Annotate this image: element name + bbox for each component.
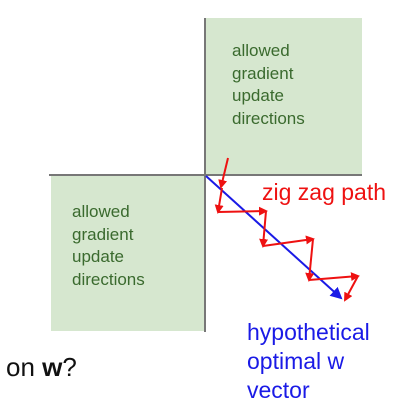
region-label-line: update xyxy=(232,86,284,105)
diagram: allowed gradient update directions allow… xyxy=(0,0,410,417)
region-label-line: gradient xyxy=(72,224,134,244)
zigzag-path-label: zig zag path xyxy=(262,179,387,205)
region-label-line: directions xyxy=(72,269,145,289)
region-label-line: allowed xyxy=(72,202,130,221)
optimal-vector-label: hypothetical optimal w vector xyxy=(247,318,370,405)
optimal-label-line: vector xyxy=(247,377,310,403)
question-suffix: ? xyxy=(62,352,77,382)
region-label-line: gradient xyxy=(232,63,294,83)
region-label-line: allowed xyxy=(232,41,290,60)
question-bold-w: w xyxy=(42,352,63,382)
question-prefix: on xyxy=(6,352,43,382)
region-label-line: update xyxy=(72,247,124,266)
optimal-label-line: hypothetical xyxy=(247,319,370,345)
optimal-label-line: optimal w xyxy=(247,348,345,374)
question-text: on w? xyxy=(6,352,77,383)
upper-right-region-label: allowed gradient update directions xyxy=(232,40,305,130)
region-label-line: directions xyxy=(232,108,305,128)
lower-left-region-label: allowed gradient update directions xyxy=(72,201,145,291)
